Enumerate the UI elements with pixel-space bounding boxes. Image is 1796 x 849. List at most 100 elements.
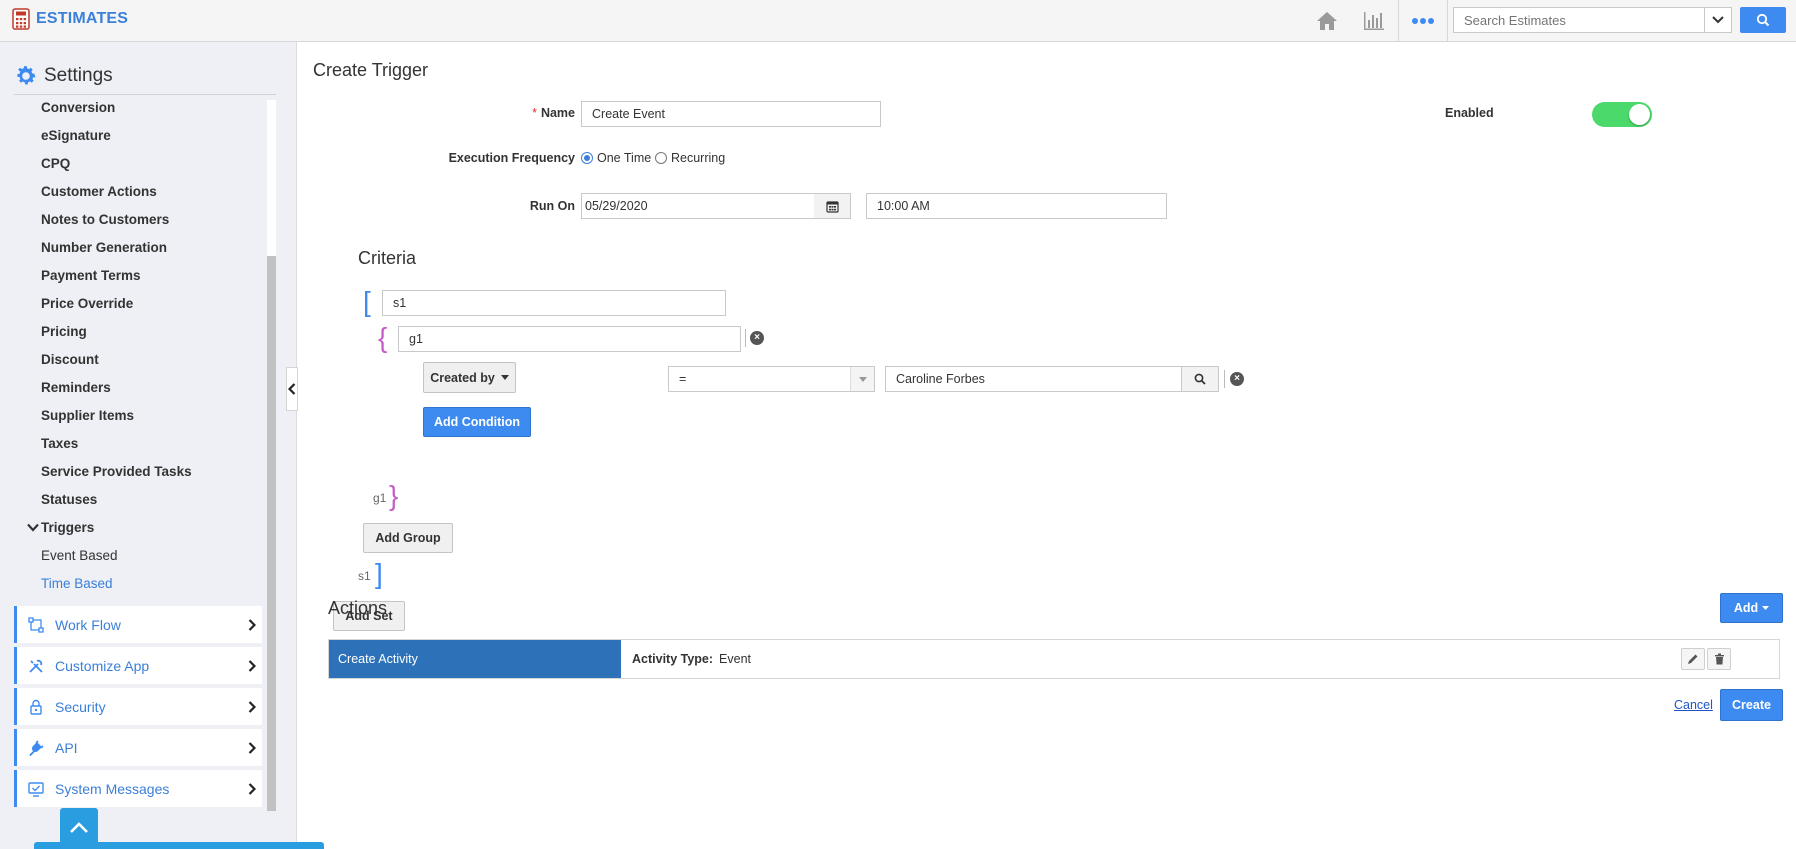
- value-lookup-button[interactable]: [1182, 366, 1219, 392]
- top-bar: ESTIMATES: [0, 0, 1796, 42]
- top-divider: [1398, 0, 1399, 42]
- sidebar: Settings Conversion eSignature CPQ Custo…: [0, 42, 297, 849]
- search-dropdown-button[interactable]: [1705, 7, 1732, 33]
- delete-action-button[interactable]: [1707, 648, 1731, 670]
- tools-icon: [29, 659, 43, 673]
- sidebar-item-event-based[interactable]: Event Based: [41, 548, 118, 563]
- button-label: Add: [1733, 601, 1759, 615]
- search-input[interactable]: [1453, 7, 1705, 33]
- panel-label: System Messages: [55, 780, 170, 797]
- pencil-icon: [1688, 654, 1698, 664]
- remove-group-icon[interactable]: ×: [750, 331, 764, 345]
- sidebar-item-conversion[interactable]: Conversion: [41, 100, 115, 115]
- condition-field-dropdown[interactable]: Created by: [423, 362, 516, 393]
- condition-value-field[interactable]: [885, 366, 1182, 392]
- panel-label: Security: [55, 698, 106, 715]
- set-open-bracket: [: [363, 286, 371, 317]
- sidebar-item-esignature[interactable]: eSignature: [41, 128, 111, 143]
- panel-label: Work Flow: [55, 616, 121, 633]
- top-divider: [1447, 0, 1448, 42]
- action-field-label: Activity Type:: [632, 652, 714, 666]
- set-close-bracket: ]: [375, 558, 383, 589]
- add-action-button[interactable]: Add: [1720, 593, 1783, 623]
- sidebar-item-payment-terms[interactable]: Payment Terms: [41, 268, 141, 283]
- radio-unselected-icon: [655, 152, 667, 164]
- sidebar-item-notes-to-customers[interactable]: Notes to Customers: [41, 212, 169, 227]
- search-button[interactable]: [1740, 7, 1786, 33]
- remove-condition-icon[interactable]: ×: [1230, 372, 1244, 386]
- run-on-date-field[interactable]: [581, 193, 815, 219]
- sidebar-item-cpq[interactable]: CPQ: [41, 156, 70, 171]
- lock-icon: [30, 699, 42, 715]
- chevron-right-icon: [248, 618, 256, 631]
- sidebar-panel-security[interactable]: Security: [14, 688, 262, 725]
- caret-down-icon: [500, 375, 509, 380]
- chevron-down-icon: [1712, 16, 1724, 24]
- cancel-link[interactable]: Cancel: [1674, 698, 1713, 712]
- sidebar-item-reminders[interactable]: Reminders: [41, 380, 111, 395]
- edit-action-button[interactable]: [1681, 648, 1705, 670]
- search-icon: [1756, 13, 1770, 27]
- separator: [745, 329, 746, 347]
- set-name-field[interactable]: [382, 290, 726, 316]
- reports-icon[interactable]: [1361, 8, 1387, 34]
- more-icon[interactable]: [1410, 8, 1436, 34]
- gear-icon: [17, 66, 36, 85]
- caret-down-icon: [1762, 606, 1770, 610]
- caret-down-icon: [858, 376, 867, 382]
- sidebar-panel-customize-app[interactable]: Customize App: [14, 647, 262, 684]
- app-brand[interactable]: ESTIMATES: [12, 8, 128, 30]
- chevron-left-icon: [288, 383, 296, 395]
- radio-recurring[interactable]: Recurring: [655, 151, 725, 165]
- sidebar-item-statuses[interactable]: Statuses: [41, 492, 97, 507]
- chevron-right-icon: [248, 659, 256, 672]
- sidebar-item-service-provided-tasks[interactable]: Service Provided Tasks: [41, 464, 192, 479]
- chevron-right-icon: [248, 741, 256, 754]
- sidebar-item-discount[interactable]: Discount: [41, 352, 99, 367]
- plug-icon: [29, 739, 44, 756]
- sidebar-scroll-thumb[interactable]: [267, 256, 276, 811]
- action-name[interactable]: Create Activity: [329, 640, 621, 678]
- page-title: Create Trigger: [313, 60, 429, 80]
- name-field[interactable]: [581, 101, 881, 127]
- group-open-brace: {: [378, 322, 388, 353]
- chevron-down-icon[interactable]: [27, 523, 39, 532]
- add-group-button[interactable]: Add Group: [363, 523, 453, 553]
- sidebar-panel-work-flow[interactable]: Work Flow: [14, 606, 262, 643]
- add-condition-button[interactable]: Add Condition: [423, 407, 531, 437]
- settings-title: Settings: [44, 65, 113, 86]
- sidebar-item-time-based[interactable]: Time Based: [41, 576, 113, 591]
- sidebar-item-number-generation[interactable]: Number Generation: [41, 240, 167, 255]
- dropdown-label: Created by: [430, 370, 495, 385]
- chevron-right-icon: [248, 782, 256, 795]
- sidebar-item-supplier-items[interactable]: Supplier Items: [41, 408, 134, 423]
- enabled-toggle[interactable]: [1592, 102, 1652, 127]
- trash-icon: [1714, 653, 1724, 665]
- criteria-title: Criteria: [358, 248, 417, 268]
- radio-one-time[interactable]: One Time: [581, 151, 651, 165]
- group-end-tag: g1: [373, 491, 387, 505]
- calculator-icon: [12, 8, 30, 30]
- calendar-button[interactable]: [814, 193, 851, 219]
- group-close-brace: }: [389, 480, 399, 511]
- sidebar-item-customer-actions[interactable]: Customer Actions: [41, 184, 157, 199]
- sidebar-panel-system-messages[interactable]: System Messages: [14, 770, 262, 807]
- create-button[interactable]: Create: [1720, 689, 1783, 721]
- operator-dropdown-button[interactable]: [850, 367, 874, 391]
- enabled-label: Enabled: [1445, 106, 1494, 120]
- sidebar-item-taxes[interactable]: Taxes: [41, 436, 78, 451]
- sidebar-panel-api[interactable]: API: [14, 729, 262, 766]
- home-icon[interactable]: [1314, 8, 1340, 34]
- sidebar-item-pricing[interactable]: Pricing: [41, 324, 87, 339]
- run-on-time-field[interactable]: [866, 193, 1167, 219]
- operator-select[interactable]: =: [668, 366, 875, 392]
- group-name-field[interactable]: [398, 326, 741, 352]
- monitor-check-icon: [28, 781, 44, 797]
- workflow-icon: [28, 616, 44, 633]
- action-field-value: Event: [719, 652, 752, 666]
- panel-label: Customize App: [55, 657, 150, 674]
- action-description: Activity Type: Event: [621, 640, 1779, 678]
- sidebar-item-triggers[interactable]: Triggers: [41, 520, 94, 535]
- sidebar-item-price-override[interactable]: Price Override: [41, 296, 133, 311]
- run-on-label: Run On: [529, 199, 575, 213]
